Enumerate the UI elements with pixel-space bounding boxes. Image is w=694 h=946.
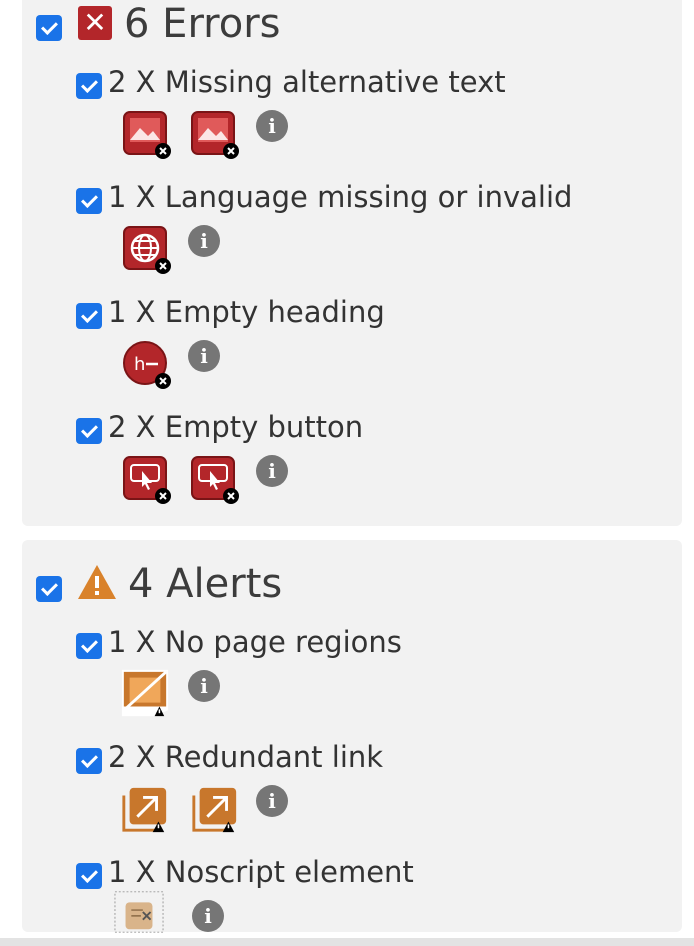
empty-button-icon[interactable] — [190, 455, 240, 505]
language-checkbox[interactable] — [76, 188, 102, 214]
window-bottom-edge — [0, 938, 694, 946]
redundant-link-icon[interactable] — [120, 784, 170, 834]
error-x-icon: ✕ — [78, 6, 112, 40]
errors-checkbox[interactable] — [36, 15, 62, 41]
info-icon[interactable]: i — [192, 900, 224, 932]
info-icon[interactable]: i — [188, 225, 220, 257]
empty-button-label: 2 X Empty button — [108, 410, 364, 444]
missing-alt-checkbox[interactable] — [76, 73, 102, 99]
redundant-link-icon[interactable] — [190, 784, 240, 834]
empty-heading-label: 1 X Empty heading — [108, 295, 385, 329]
info-icon[interactable]: i — [188, 340, 220, 372]
noscript-checkbox[interactable] — [76, 863, 102, 889]
info-icon[interactable]: i — [256, 455, 288, 487]
noscript-label: 1 X Noscript element — [108, 855, 414, 889]
alerts-title: 4 Alerts — [128, 561, 283, 607]
redundant-link-checkbox[interactable] — [76, 748, 102, 774]
empty-button-icon[interactable] — [122, 455, 172, 505]
missing-alt-label: 2 X Missing alternative text — [108, 65, 506, 99]
no-page-regions-icon[interactable] — [120, 668, 170, 718]
info-icon[interactable]: i — [256, 110, 288, 142]
language-label: 1 X Language missing or invalid — [108, 180, 573, 214]
empty-button-checkbox[interactable] — [76, 418, 102, 444]
empty-heading-icon[interactable]: h — [122, 340, 172, 390]
noscript-element-icon[interactable] — [114, 890, 164, 934]
info-icon[interactable]: i — [256, 785, 288, 817]
no-regions-checkbox[interactable] — [76, 633, 102, 659]
svg-text:h: h — [134, 354, 145, 375]
missing-alt-image-icon[interactable] — [122, 110, 172, 160]
info-icon[interactable]: i — [188, 670, 220, 702]
warning-triangle-icon — [78, 565, 116, 599]
errors-title: 6 Errors — [124, 1, 281, 47]
no-regions-label: 1 X No page regions — [108, 625, 402, 659]
missing-alt-image-icon[interactable] — [190, 110, 240, 160]
redundant-link-label: 2 X Redundant link — [108, 740, 384, 774]
alerts-checkbox[interactable] — [36, 576, 62, 602]
language-globe-icon[interactable] — [122, 225, 172, 275]
empty-heading-checkbox[interactable] — [76, 303, 102, 329]
